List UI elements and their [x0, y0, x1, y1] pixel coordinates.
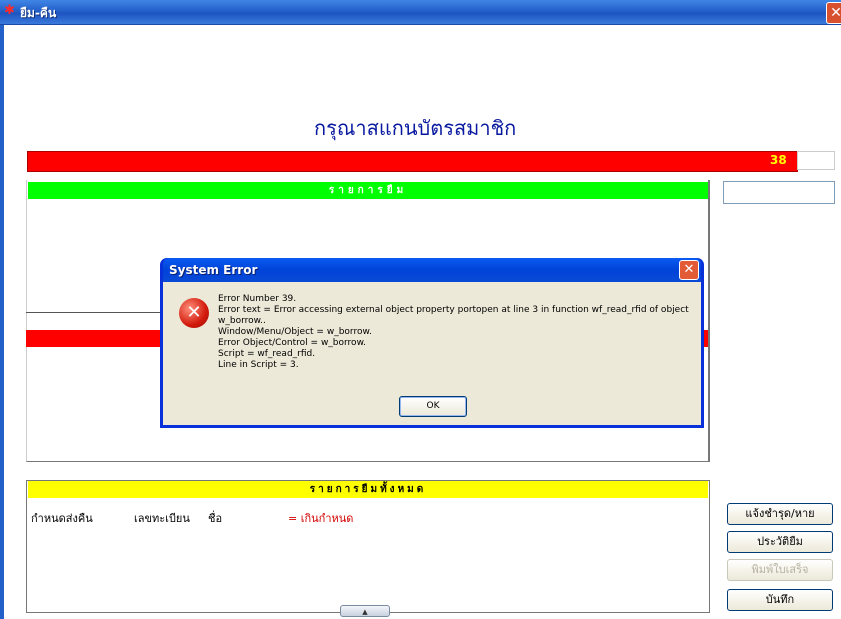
counter-value: 38: [770, 153, 787, 167]
dialog-title-bar: System Error ✕: [163, 258, 701, 282]
dialog-close-button[interactable]: ✕: [679, 260, 699, 280]
error-line: Script = wf_read_rfid.: [218, 349, 316, 359]
counter-box: [797, 151, 835, 170]
status-red-bar: [27, 151, 798, 172]
page-heading: กรุณาสแกนบัตรสมาชิก: [314, 116, 517, 140]
app-logo-icon: ✱: [4, 3, 15, 18]
system-error-dialog: System Error ✕ ✕ Error Number 39. Error …: [160, 258, 704, 428]
scroll-up-button[interactable]: ▲: [340, 605, 390, 617]
divider: [26, 312, 166, 313]
overdue-legend: = เกินกำหนด: [288, 512, 354, 525]
error-icon: ✕: [179, 298, 209, 328]
error-line: Error Object/Control = w_borrow.: [218, 338, 366, 348]
column-due-date: กำหนดส่งคืน: [31, 512, 93, 525]
window-close-button[interactable]: ✕: [826, 2, 841, 24]
window-title: ยืม-คืน: [20, 6, 57, 20]
member-id-input[interactable]: [723, 181, 835, 204]
column-reg-number: เลขทะเบียน: [134, 512, 190, 525]
error-line: Line in Script = 3.: [218, 360, 299, 370]
history-button[interactable]: ประวัติยืม: [727, 531, 833, 553]
dialog-title: System Error: [169, 263, 258, 277]
all-borrow-list-panel: [26, 480, 710, 613]
error-line: Window/Menu/Object = w_borrow.: [218, 327, 372, 337]
title-bar: ✱ ยืม-คืน ✕: [0, 0, 841, 25]
error-line: Error Number 39.: [218, 294, 297, 304]
report-damage-button[interactable]: แจ้งชำรุด/หาย: [727, 503, 833, 525]
all-borrow-list-header: รายการยืมทั้งหมด: [28, 481, 708, 498]
error-message: Error Number 39. Error text = Error acce…: [218, 294, 698, 371]
column-name: ชื่อ: [208, 512, 223, 525]
borrow-list-header: รายการยืม: [28, 182, 708, 199]
save-button[interactable]: บันทึก: [727, 589, 833, 611]
ok-button[interactable]: OK: [399, 396, 467, 417]
dialog-body: ✕ Error Number 39. Error text = Error ac…: [163, 282, 701, 425]
print-receipt-button[interactable]: พิมพ์ใบเสร็จ: [727, 559, 833, 581]
error-line: Error text = Error accessing external ob…: [218, 305, 692, 326]
return-list-header: [26, 330, 166, 347]
